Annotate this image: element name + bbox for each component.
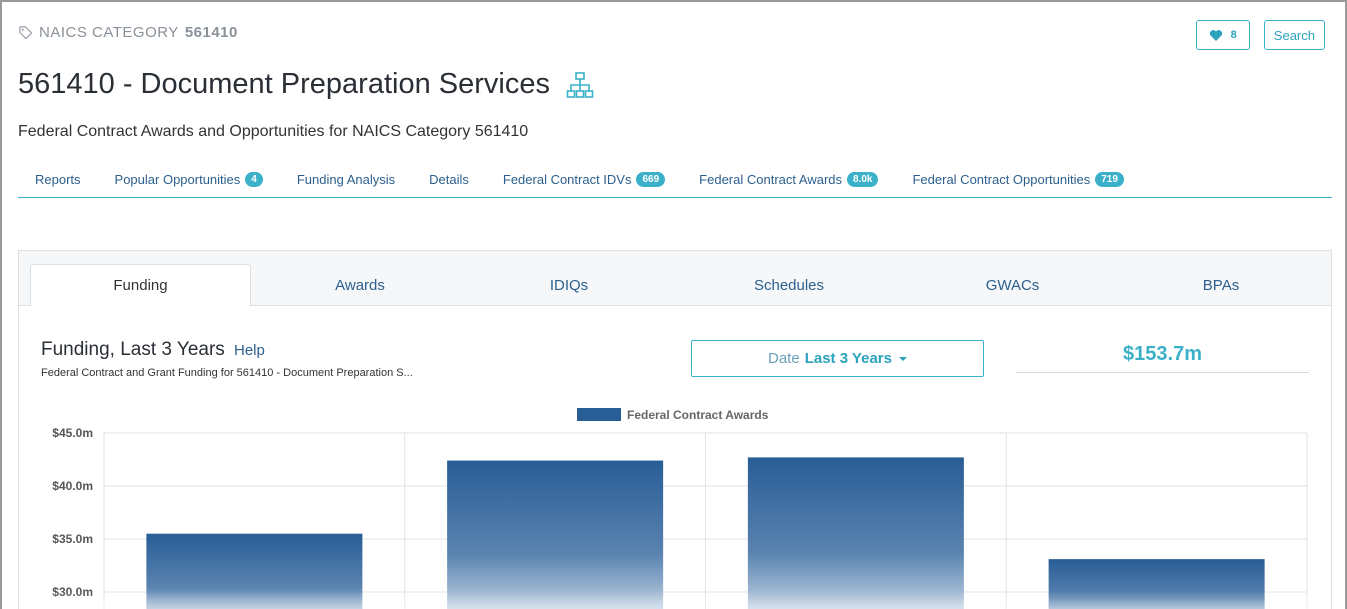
y-tick-label: $40.0m	[52, 479, 93, 493]
bottom-fade	[19, 591, 1331, 609]
tab-funding[interactable]: Funding	[30, 264, 251, 307]
nav-label: Federal Contract IDVs	[502, 171, 632, 187]
section-nav: Reports Popular Opportunities 4 Funding …	[18, 167, 1332, 198]
nav-reports[interactable]: Reports	[18, 167, 98, 191]
nav-funding-analysis[interactable]: Funding Analysis	[280, 167, 412, 191]
page-title-text: 561410 - Document Preparation Services	[18, 68, 550, 100]
nav-federal-contract-idvs[interactable]: Federal Contract IDVs 669	[486, 167, 682, 191]
funding-subtitle: Federal Contract and Grant Funding for 5…	[41, 367, 413, 379]
page: NAICS CATEGORY 561410 8 Search 561410 - …	[0, 0, 1347, 609]
nav-label: Popular Opportunities	[114, 171, 241, 187]
favorite-count: 8	[1230, 29, 1237, 41]
bar	[747, 457, 964, 609]
tab-idiqs[interactable]: IDIQs	[469, 264, 669, 306]
favorite-button[interactable]: 8	[1195, 20, 1250, 50]
y-tick-label: $35.0m	[52, 532, 93, 546]
funding-bar-chart: Federal Contract Awards $45.0m $40.0m $35.0…	[19, 408, 1331, 609]
nav-federal-contract-opportunities[interactable]: Federal Contract Opportunities 719	[895, 167, 1140, 191]
tab-gwacs[interactable]: GWACs	[909, 264, 1116, 306]
count-badge: 4	[245, 171, 263, 187]
search-button[interactable]: Search	[1263, 20, 1325, 50]
funding-total: $153.7m	[1016, 343, 1309, 373]
nav-label: Details	[429, 171, 469, 187]
top-actions: 8 Search	[1195, 20, 1325, 50]
date-label: Date	[768, 350, 800, 367]
nav-label: Federal Contract Opportunities	[912, 171, 1091, 187]
date-value: Last 3 Years	[804, 350, 892, 367]
caret-down-icon	[898, 356, 907, 361]
nav-label: Federal Contract Awards	[699, 171, 843, 187]
category-breadcrumb: NAICS CATEGORY 561410	[18, 24, 238, 41]
funding-panel: Funding Awards IDIQs Schedules GWACs BPA…	[18, 250, 1332, 609]
page-title: 561410 - Document Preparation Services	[18, 68, 594, 101]
nav-federal-contract-awards[interactable]: Federal Contract Awards 8.0k	[682, 167, 895, 191]
page-subtitle: Federal Contract Awards and Opportunitie…	[18, 123, 529, 140]
count-badge: 719	[1095, 171, 1124, 187]
count-badge: 669	[636, 171, 666, 187]
tag-icon	[19, 26, 33, 40]
nav-label: Funding Analysis	[296, 171, 396, 187]
tab-awards[interactable]: Awards	[251, 264, 469, 306]
tab-bpas[interactable]: BPAs	[1116, 264, 1326, 306]
count-badge: 8.0k	[847, 171, 879, 187]
heart-icon	[1209, 29, 1222, 41]
date-range-dropdown[interactable]: Date Last 3 Years	[691, 340, 984, 377]
y-tick-label: $45.0m	[52, 426, 93, 440]
legend-label: Federal Contract Awards	[627, 408, 769, 422]
nav-details[interactable]: Details	[412, 167, 486, 191]
nav-popular-opportunities[interactable]: Popular Opportunities 4	[98, 167, 280, 191]
nav-label: Reports	[35, 171, 81, 187]
category-code: 561410	[184, 24, 238, 41]
funding-title: Funding, Last 3 Years	[41, 339, 225, 360]
help-link[interactable]: Help	[234, 342, 265, 359]
category-label: NAICS CATEGORY	[39, 24, 179, 41]
bar	[447, 460, 664, 609]
tab-schedules[interactable]: Schedules	[669, 264, 909, 306]
hierarchy-icon[interactable]	[566, 71, 594, 99]
panel-tabs: Funding Awards IDIQs Schedules GWACs BPA…	[19, 251, 1331, 307]
legend-swatch	[577, 408, 621, 421]
